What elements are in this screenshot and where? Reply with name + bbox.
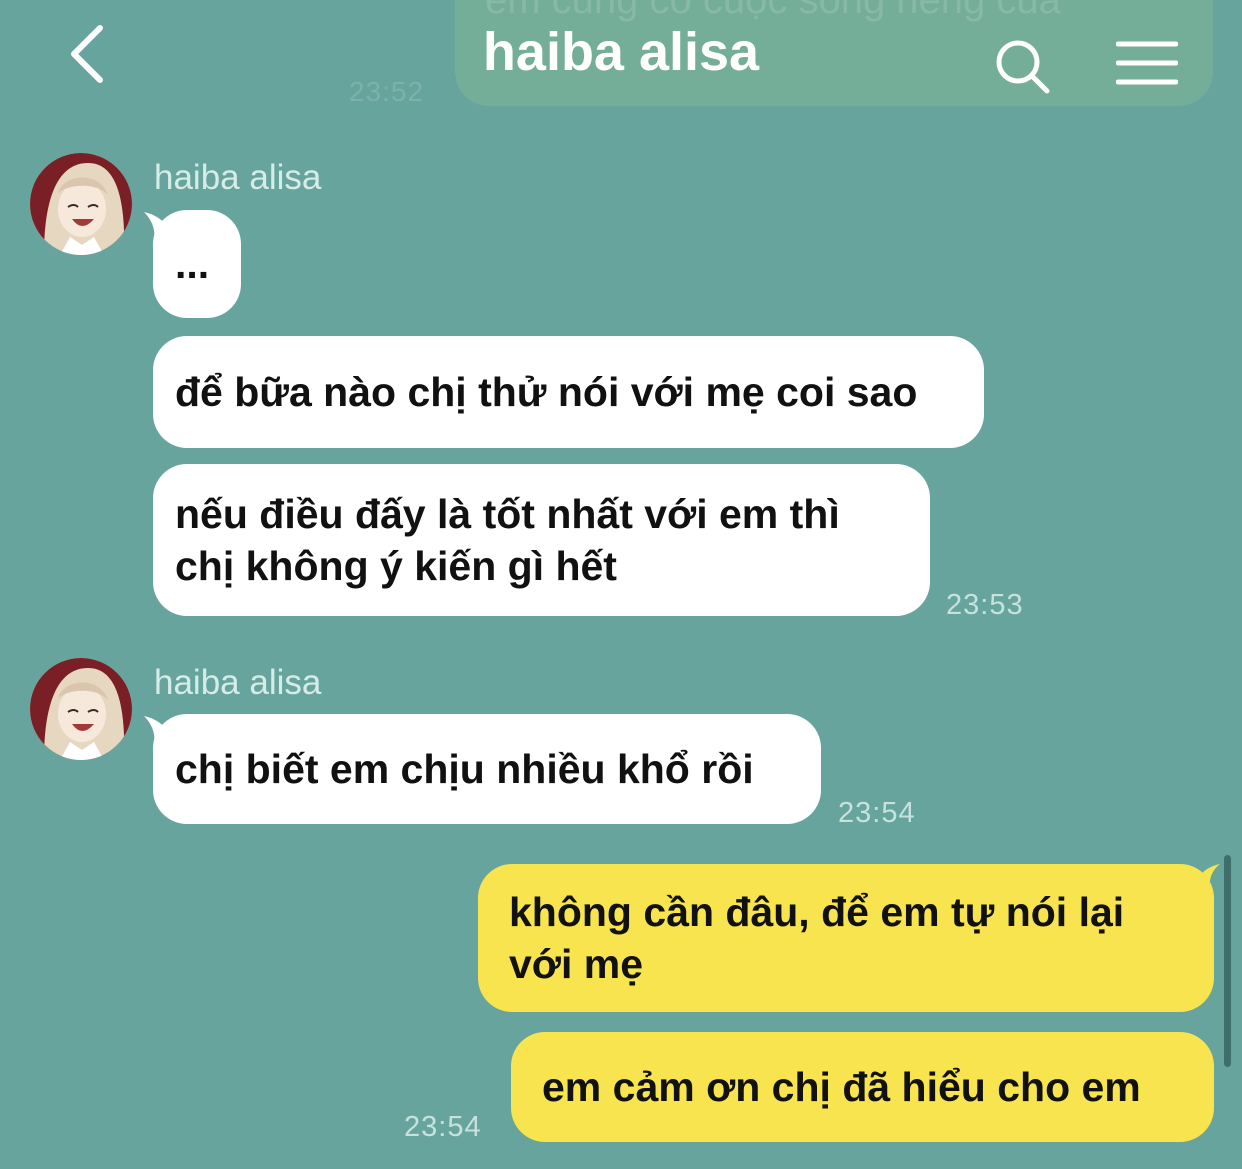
message-text: không cần đâu, để em tự nói lại với mẹ [509, 889, 1125, 987]
back-button[interactable] [64, 22, 124, 86]
incoming-message[interactable]: chị biết em chịu nhiều khổ rồi [153, 714, 821, 824]
avatar-icon [30, 658, 132, 760]
outgoing-message[interactable]: em cảm ơn chị đã hiểu cho em [511, 1032, 1214, 1142]
incoming-message[interactable]: ... [153, 210, 241, 318]
menu-icon [1115, 41, 1179, 85]
search-icon [996, 40, 1050, 94]
message-text: để bữa nào chị thử nói với mẹ coi sao [175, 369, 918, 415]
message-text: chị biết em chịu nhiều khổ rồi [175, 746, 754, 792]
search-button[interactable] [994, 38, 1052, 96]
message-time: 23:53 [946, 589, 1024, 621]
sender-avatar[interactable] [30, 658, 132, 760]
sender-name: haiba alisa [154, 663, 322, 702]
avatar-icon [30, 153, 132, 255]
outgoing-message[interactable]: không cần đâu, để em tự nói lại với mẹ [478, 864, 1214, 1012]
message-text: em cảm ơn chị đã hiểu cho em [542, 1064, 1141, 1110]
sender-avatar[interactable] [30, 153, 132, 255]
message-time: 23:54 [404, 1111, 482, 1143]
incoming-message[interactable]: để bữa nào chị thử nói với mẹ coi sao [153, 336, 984, 448]
chat-title: haiba alisa [482, 22, 760, 82]
chevron-left-icon [71, 25, 103, 83]
message-text: ... [175, 241, 210, 287]
incoming-message[interactable]: nếu điều đấy là tốt nhất với em thì chị … [153, 464, 930, 616]
message-text: nếu điều đấy là tốt nhất với em thì chị … [175, 491, 840, 589]
message-time: 23:54 [838, 797, 916, 829]
menu-button[interactable] [1115, 40, 1179, 86]
scrollbar[interactable] [1224, 855, 1231, 1067]
sender-name: haiba alisa [154, 158, 322, 197]
